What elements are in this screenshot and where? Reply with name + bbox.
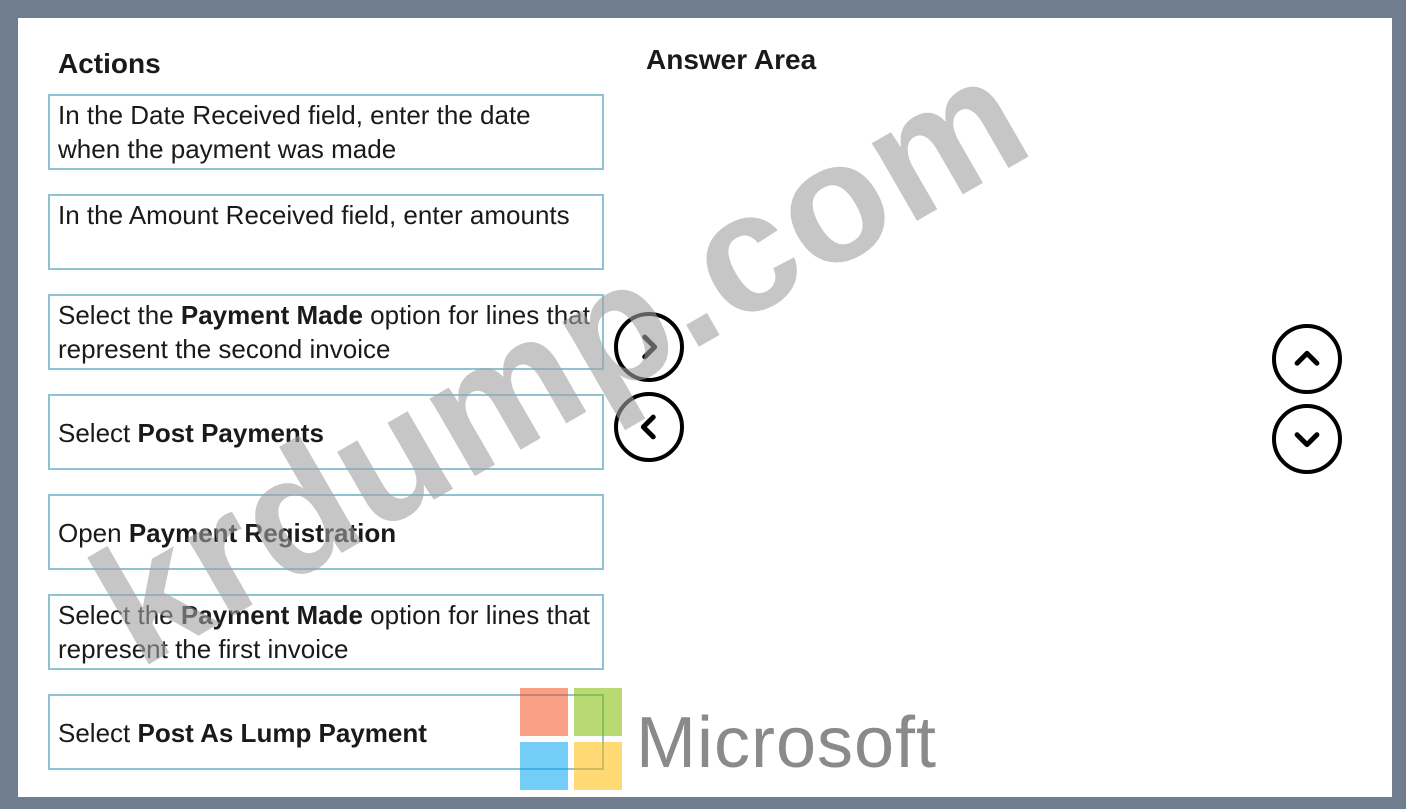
action-item-label: In the Amount Received field, enter amou…: [58, 198, 570, 232]
action-item-label: Select Post As Lump Payment: [58, 716, 427, 750]
action-item-label: Open Payment Registration: [58, 516, 396, 550]
action-item-label: Select Post Payments: [58, 416, 324, 450]
chevron-down-icon: [1294, 432, 1320, 448]
action-item-label: In the Date Received field, enter the da…: [58, 98, 594, 166]
action-item[interactable]: In the Amount Received field, enter amou…: [48, 194, 604, 270]
action-item-emphasis: Payment Made: [180, 600, 363, 630]
chevron-left-icon: [640, 414, 656, 440]
action-item-text: In the Amount Received field, enter amou…: [58, 200, 570, 230]
action-item-label: Select the Payment Made option for lines…: [58, 598, 594, 666]
action-item-emphasis: Post Payments: [137, 418, 324, 448]
answer-area: [698, 88, 1258, 778]
answer-area-heading: Answer Area: [646, 44, 817, 75]
actions-heading: Actions: [58, 48, 161, 79]
action-item[interactable]: Select the Payment Made option for lines…: [48, 594, 604, 670]
action-item-emphasis: Payment Registration: [128, 518, 397, 548]
action-item-text: Select the: [58, 300, 181, 330]
move-right-button[interactable]: [614, 312, 684, 382]
action-item[interactable]: Select Post Payments: [48, 394, 604, 470]
chevron-right-icon: [642, 334, 658, 360]
action-item[interactable]: Select the Payment Made option for lines…: [48, 294, 604, 370]
action-item-label: Select the Payment Made option for lines…: [58, 298, 594, 366]
action-item-text: Select the: [58, 600, 181, 630]
action-item-text: Select: [58, 418, 138, 448]
action-item-text: In the Date Received field, enter the da…: [58, 100, 531, 164]
action-item-text: Open: [58, 518, 129, 548]
action-item-emphasis: Payment Made: [180, 300, 363, 330]
move-down-button[interactable]: [1272, 404, 1342, 474]
question-panel: Actions Answer Area In the Date Received…: [18, 18, 1392, 797]
action-item[interactable]: In the Date Received field, enter the da…: [48, 94, 604, 170]
chevron-up-icon: [1294, 350, 1320, 366]
action-item[interactable]: Open Payment Registration: [48, 494, 604, 570]
action-item-text: Select: [58, 718, 138, 748]
move-left-button[interactable]: [614, 392, 684, 462]
move-up-button[interactable]: [1272, 324, 1342, 394]
action-item-emphasis: Post As Lump Payment: [137, 718, 427, 748]
microsoft-wordmark: Microsoft: [636, 703, 938, 783]
microsoft-logo-icon: [520, 688, 624, 792]
